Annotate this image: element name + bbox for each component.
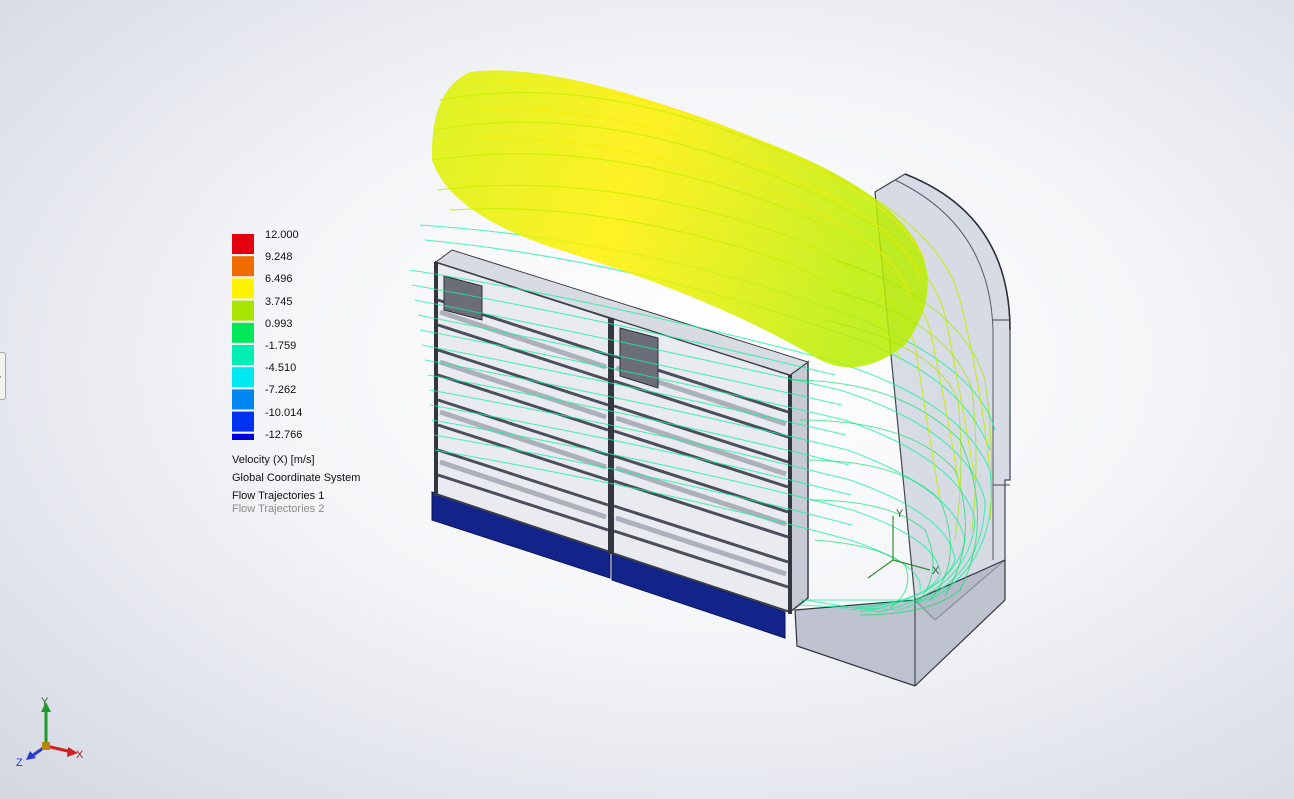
legend-color-swatch [232,367,254,388]
legend-color-swatch [232,234,254,254]
legend-tick-label: -1.759 [265,340,297,352]
triad-y-label: Y [41,696,49,708]
triad-x-label: X [76,749,84,761]
legend-color-bar [232,234,254,440]
legend-coordinate-system: Global Coordinate System [232,472,361,484]
model-triad-x-label: X [932,565,940,577]
legend-tick-label: 12.000 [265,229,299,241]
legend-tick-label: -7.262 [265,384,297,397]
legend-tick-label: 9.248 [265,251,293,264]
panel-collapse-tab[interactable]: › [0,352,6,400]
legend-color-swatch [232,300,254,321]
legend-color-swatch [232,256,254,277]
legend-tick-label: -4.510 [265,362,297,375]
legend-tick-label: 3.745 [265,295,293,308]
legend-color-swatch [232,411,254,432]
triad-origin [42,742,50,750]
legend-color-swatch [232,345,254,365]
legend-quantity-label: Velocity (X) [m/s] [232,454,315,466]
graphics-viewport[interactable]: Y X [0,0,1294,799]
legend-color-swatch [232,322,254,343]
legend-tick-label: 6.496 [265,273,293,286]
legend-tick-label: -10.014 [265,406,303,419]
legend-tick-label: -12.766 [265,428,303,441]
model-triad-y-label: Y [896,508,904,520]
legend-tick-label: 0.993 [265,317,293,330]
legend-color-swatch [232,278,254,299]
plot-name-flow-trajectories-2: Flow Trajectories 2 [232,503,325,515]
triad-z-label: Z [16,757,23,769]
legend-color-swatch [232,433,254,440]
plot-name-flow-trajectories-1: Flow Trajectories 1 [232,490,325,502]
view-orientation-triad[interactable]: Y X Z [12,694,92,770]
legend-color-swatch [232,389,254,410]
chevron-right-icon: › [0,372,1,381]
